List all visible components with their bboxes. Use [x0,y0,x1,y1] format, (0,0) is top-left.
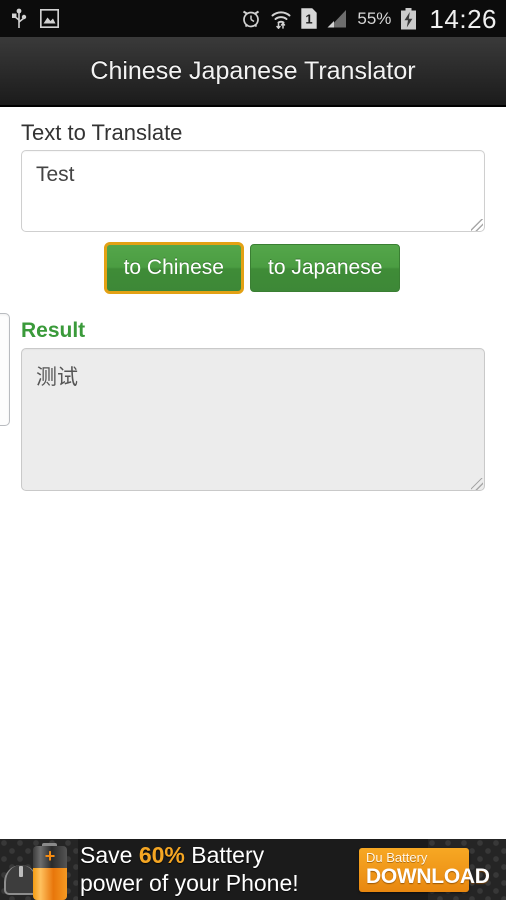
ad-line1-highlight: 60% [138,842,185,868]
text-to-translate-label: Text to Translate [21,120,183,145]
status-bar: 1 55% 14:26 [0,0,506,37]
ad-headline-line1: Save 60% Battery [80,841,352,869]
battery-illustration-icon: + [33,843,67,900]
status-bar-right-icons: 1 55% 14:26 [241,6,497,32]
to-chinese-button[interactable]: to Chinese [103,241,244,295]
text-to-translate-input[interactable] [21,150,485,232]
usb-icon [11,8,27,30]
result-label: Result [21,319,86,342]
ad-cta-brand: Du Battery [366,850,428,865]
status-bar-clock: 14:26 [429,3,497,34]
alarm-icon [241,8,261,29]
to-japanese-button[interactable]: to Japanese [249,244,401,293]
ad-line1-prefix: Save [80,842,139,868]
sim-card-icon: 1 [301,8,318,29]
ad-download-button[interactable]: Du Battery DOWNLOAD [359,848,490,892]
svg-text:1: 1 [306,12,313,27]
ad-cta-label: DOWNLOAD [366,865,490,888]
ad-headline: Save 60% Battery power of your Phone! [80,841,352,897]
battery-percent-label: 55% [357,8,392,28]
ad-headline-line2: power of your Phone! [80,870,299,896]
result-output[interactable] [21,348,485,491]
wifi-icon [270,8,292,30]
ad-line1-suffix: Battery [184,842,265,868]
screenshot-icon [39,8,60,29]
battery-icon [400,7,417,30]
status-bar-left-icons [11,8,60,30]
battery-plus-icon: + [44,846,56,866]
phone-screen: 1 55% 14:26 Chinese Japanese Translator … [0,0,506,900]
translate-button-row: to Chinese to Japanese [0,241,506,295]
offscreen-clipped-textarea [0,313,10,426]
signal-icon [326,9,348,29]
battery-fill-level [33,868,67,900]
ad-badge-bar [19,866,23,877]
main-content: Text to Translate to Chinese to Japanese… [0,109,506,839]
app-title-bar: Chinese Japanese Translator [0,37,506,107]
page-title: Chinese Japanese Translator [90,56,416,85]
